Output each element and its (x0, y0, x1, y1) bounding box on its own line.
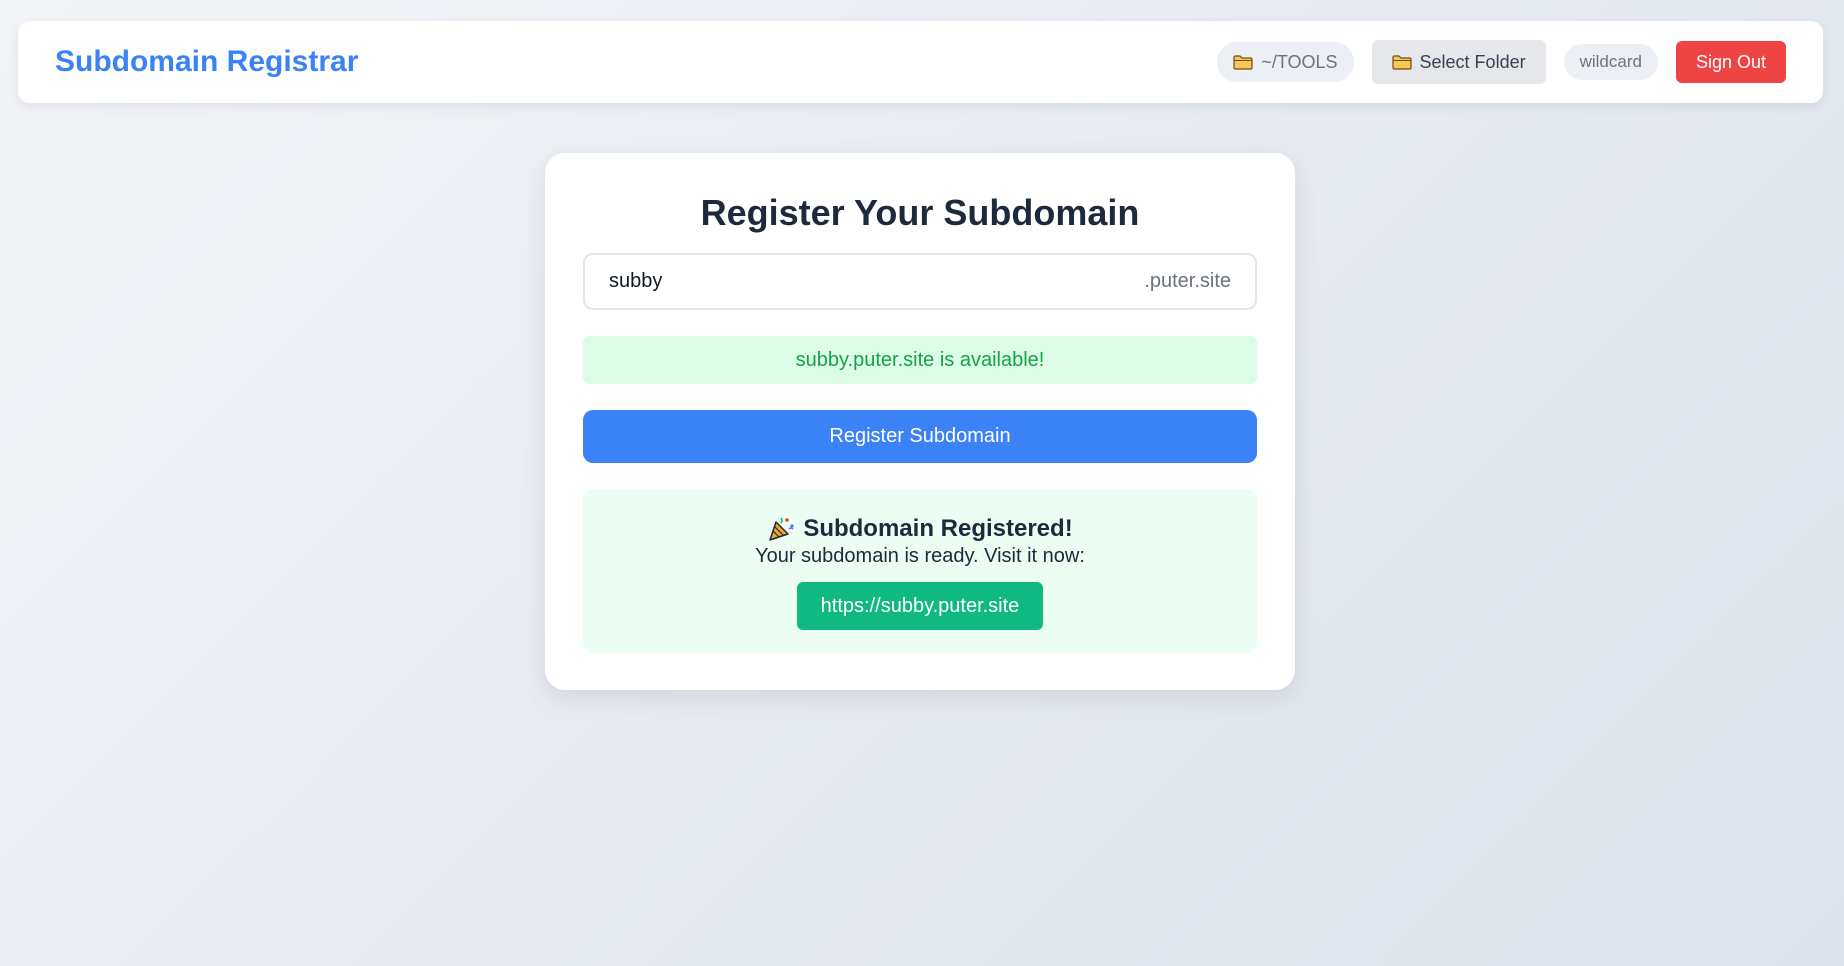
folder-icon (1233, 54, 1253, 70)
party-popper-icon (769, 517, 794, 541)
app-title: Subdomain Registrar (55, 45, 359, 78)
sign-out-button[interactable]: Sign Out (1675, 41, 1786, 83)
top-bar: Subdomain Registrar ~/TOOLS Select Folde… (18, 21, 1823, 103)
success-heading: Subdomain Registered! (767, 515, 1073, 543)
subdomain-input[interactable] (609, 270, 1145, 293)
subdomain-input-group: .puter.site (583, 253, 1257, 310)
success-panel: Subdomain Registered! Your subdomain is … (583, 489, 1257, 653)
domain-suffix: .puter.site (1144, 270, 1231, 292)
current-folder-path: ~/TOOLS (1261, 51, 1338, 72)
folder-icon (1391, 54, 1412, 70)
success-title: Subdomain Registered! (803, 515, 1073, 542)
register-subdomain-button[interactable]: Register Subdomain (583, 410, 1257, 463)
card-title: Register Your Subdomain (700, 192, 1140, 233)
top-bar-actions: ~/TOOLS Select Folder wildcard Sign Out (1217, 40, 1786, 84)
current-folder-badge: ~/TOOLS (1217, 42, 1354, 82)
availability-message: subby.puter.site is available! (583, 336, 1257, 384)
register-card: Register Your Subdomain .puter.site subb… (545, 153, 1295, 690)
visit-subdomain-link[interactable]: https://subby.puter.site (796, 582, 1044, 630)
wildcard-badge[interactable]: wildcard (1563, 44, 1658, 80)
select-folder-button[interactable]: Select Folder (1371, 40, 1546, 84)
select-folder-label: Select Folder (1419, 51, 1526, 72)
success-subtitle: Your subdomain is ready. Visit it now: (755, 545, 1085, 567)
